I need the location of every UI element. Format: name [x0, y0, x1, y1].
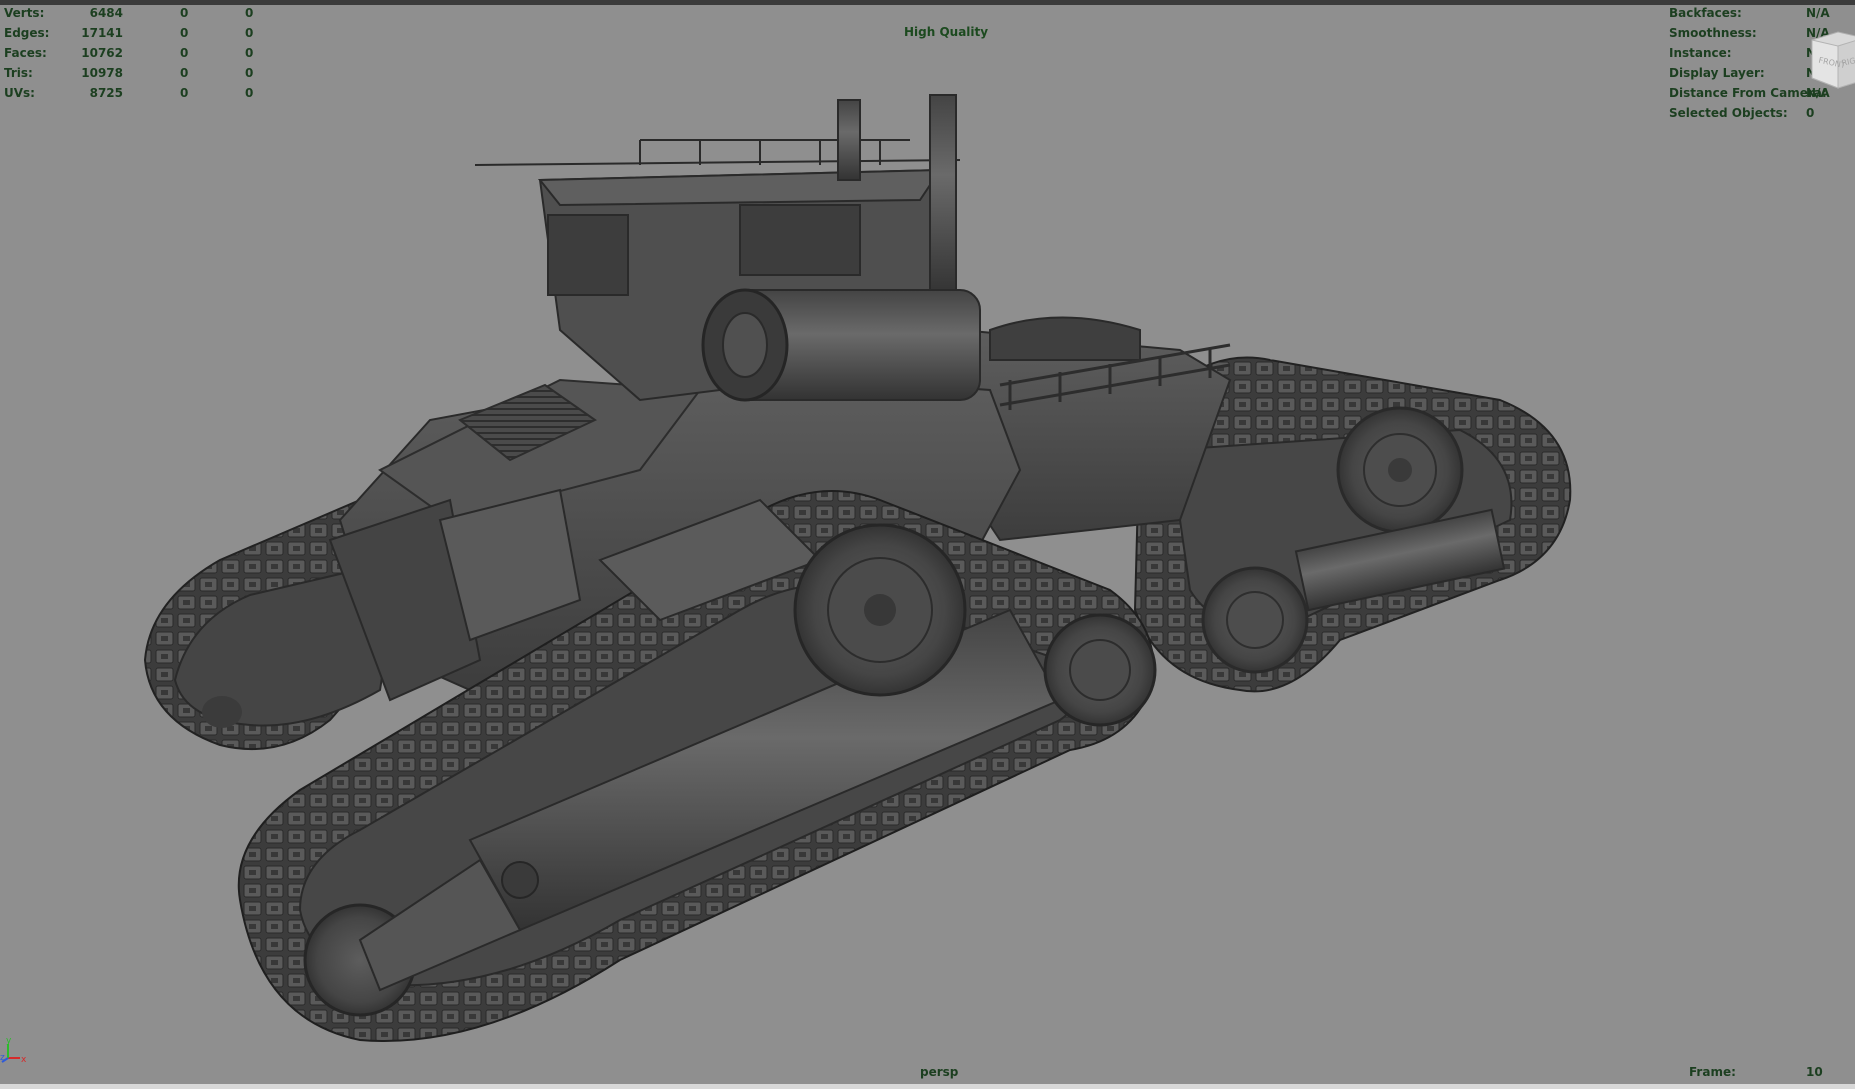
stat-label: Tris: [4, 66, 33, 80]
info-value: N/A [1806, 6, 1830, 20]
stat-total-value: 8725 [89, 86, 123, 100]
stat-selected-value: 0 [180, 6, 189, 20]
frame-label: Frame: [1689, 1065, 1736, 1079]
3d-viewport[interactable]: Verts: 6484 0 0 Edges: 17141 0 0 Faces: 10762 0 0 Tr… [0, 0, 1855, 1089]
stat-label: UVs: [4, 86, 35, 100]
info-label: Display Layer: [1669, 66, 1765, 80]
quality-label: High Quality [904, 25, 989, 39]
stat-component-value: 0 [245, 46, 254, 60]
info-label: Instance: [1669, 46, 1732, 60]
stat-label: Faces: [4, 46, 47, 60]
info-label: Backfaces: [1669, 6, 1742, 20]
stat-row: Edges: 17141 0 0 [4, 23, 264, 43]
stat-row: Faces: 10762 0 0 [4, 43, 264, 63]
info-row: Backfaces: N/A [1669, 3, 1849, 23]
info-label: Selected Objects: [1669, 106, 1788, 120]
stat-selected-value: 0 [180, 86, 189, 100]
stat-selected-value: 0 [180, 46, 189, 60]
stat-total-value: 10762 [81, 46, 123, 60]
info-row: Selected Objects: 0 [1669, 103, 1849, 123]
frame-value: 10 [1806, 1065, 1823, 1079]
stat-total-value: 17141 [81, 26, 123, 40]
axis-y-label: y [6, 1036, 12, 1046]
tank-model[interactable] [0, 0, 1855, 1089]
info-label: Distance From Camera: [1669, 86, 1827, 100]
poly-count-hud: Verts: 6484 0 0 Edges: 17141 0 0 Faces: 10762 0 0 Tr… [4, 3, 264, 103]
axis-z-label: z [0, 1053, 5, 1063]
stat-component-value: 0 [245, 6, 254, 20]
stat-component-value: 0 [245, 66, 254, 80]
stat-total-value: 6484 [89, 6, 123, 20]
viewport-bottom-border [0, 1084, 1855, 1089]
stat-total-value: 10978 [81, 66, 123, 80]
info-label: Smoothness: [1669, 26, 1757, 40]
stat-component-value: 0 [245, 86, 254, 100]
stat-row: UVs: 8725 0 0 [4, 83, 264, 103]
camera-name-label: persp [920, 1065, 959, 1079]
stat-selected-value: 0 [180, 66, 189, 80]
info-value: 0 [1806, 106, 1815, 120]
stat-label: Edges: [4, 26, 50, 40]
stat-row: Verts: 6484 0 0 [4, 3, 264, 23]
stat-component-value: 0 [245, 26, 254, 40]
axis-x-label: x [21, 1055, 27, 1065]
viewcube-icon[interactable]: FRONT RIGHT [1808, 28, 1855, 90]
stat-label: Verts: [4, 6, 45, 20]
stat-selected-value: 0 [180, 26, 189, 40]
stat-row: Tris: 10978 0 0 [4, 63, 264, 83]
axis-gizmo-icon: x y z [0, 1036, 27, 1065]
